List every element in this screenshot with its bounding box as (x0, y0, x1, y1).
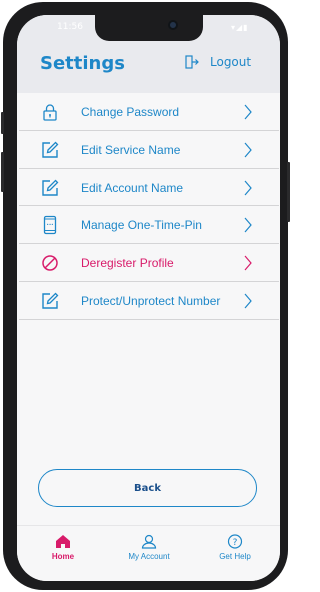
menu-label: Deregister Profile (81, 256, 174, 271)
chevron-right-icon (244, 218, 252, 233)
menu-item-edit-service-name[interactable]: Edit Service Name (19, 131, 279, 169)
chevron-right-icon (244, 142, 252, 158)
status-time: 11:56 (57, 22, 83, 32)
edit-icon (42, 179, 59, 196)
menu-item-change-password[interactable]: Change Password (19, 93, 279, 131)
menu-item-manage-otp[interactable]: ••• Manage One-Time-Pin (19, 206, 279, 245)
tab-label: Get Help (219, 552, 251, 561)
prohibited-icon (42, 255, 58, 271)
status-icons: ▾◢▮ (231, 23, 249, 32)
user-icon (141, 534, 157, 549)
screen: 11:56 ▾◢▮ Settings Logout Change Passwor… (17, 15, 280, 581)
menu-item-deregister-profile[interactable]: Deregister Profile (19, 244, 279, 282)
logout-icon (185, 55, 199, 69)
phone-icon: ••• (43, 216, 57, 235)
phone-frame: 11:56 ▾◢▮ Settings Logout Change Passwor… (1, 2, 290, 590)
logout-button[interactable]: Logout (185, 55, 251, 69)
menu-item-protect-number[interactable]: Protect/Unprotect Number (19, 282, 279, 320)
home-icon (56, 535, 70, 548)
camera-icon (168, 20, 178, 30)
lock-icon (43, 104, 57, 121)
chevron-right-icon (244, 293, 252, 309)
tab-my-account[interactable]: My Account (119, 534, 179, 561)
volume-up-button (1, 152, 4, 192)
svg-text:•••: ••• (46, 222, 53, 227)
svg-text:?: ? (233, 538, 238, 548)
chevron-right-icon (244, 104, 252, 120)
menu-label: Change Password (81, 105, 180, 119)
back-button[interactable]: Back (38, 469, 257, 507)
chevron-right-icon (244, 255, 252, 271)
tab-get-help[interactable]: ? Get Help (205, 534, 265, 561)
chevron-right-icon (244, 180, 252, 195)
logout-label: Logout (210, 55, 252, 69)
tab-home[interactable]: Home (33, 534, 93, 561)
menu-label: Edit Account Name (81, 180, 184, 195)
settings-menu: Change Password Edit Service Name Edit A… (19, 93, 279, 320)
menu-label: Protect/Unprotect Number (81, 293, 221, 308)
menu-label: Edit Service Name (81, 142, 181, 157)
notch (95, 15, 203, 41)
power-button (287, 162, 290, 222)
page-title: Settings (40, 53, 125, 74)
edit-icon (42, 292, 59, 309)
menu-label: Manage One-Time-Pin (81, 218, 202, 233)
silent-switch (1, 112, 4, 134)
tab-label: My Account (128, 552, 170, 561)
menu-item-edit-account-name[interactable]: Edit Account Name (19, 169, 279, 207)
edit-icon (42, 141, 59, 158)
tab-label: Home (51, 552, 75, 561)
help-icon: ? (227, 534, 243, 549)
bottom-tab-bar: Home My Account ? Get Help (17, 525, 280, 581)
